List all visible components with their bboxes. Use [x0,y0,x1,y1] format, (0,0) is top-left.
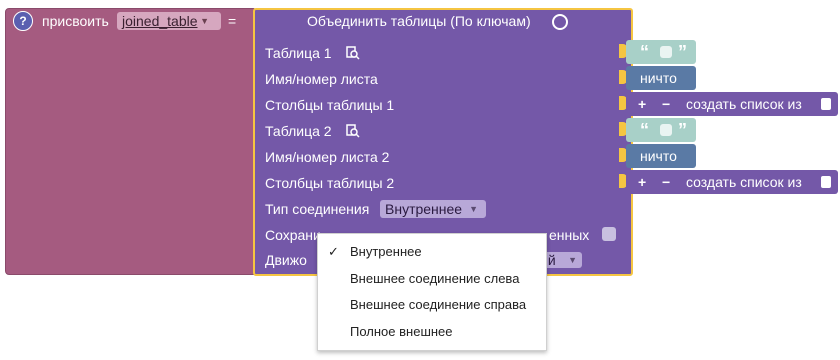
create-list-block-2[interactable]: + − создать список из [626,170,838,194]
equals-sign: = [228,13,237,29]
save-checkbox[interactable] [602,227,616,241]
plus-icon[interactable]: + [638,92,646,116]
row-label-cols2: Столбцы таблицы 2 [265,175,395,191]
chevron-down-icon: ▼ [200,16,209,26]
text-block-table2[interactable]: “ ” [626,118,696,142]
menu-item-label: Внутреннее [350,244,422,259]
variable-dropdown[interactable]: joined_table ▼ [117,12,221,30]
join-type-menu[interactable]: ✓ Внутреннее Внешнее соединение слева Вн… [317,233,547,351]
table-search-icon[interactable] [346,124,360,138]
row-label-save-partial: Сохрани [265,227,321,243]
minus-icon[interactable]: − [662,92,670,116]
help-icon[interactable]: ? [13,11,33,31]
variable-name: joined_table [122,13,198,29]
open-quote: “ [640,42,649,62]
menu-item-right-outer[interactable]: Внешнее соединение справа [318,292,546,318]
row-label-engine-partial: Движо [265,252,307,268]
list-socket [821,98,831,110]
create-list-label: создать список из [686,96,802,112]
create-list-block-1[interactable]: + − создать список из [626,92,838,116]
minus-icon[interactable]: − [662,170,670,194]
null-label: ничто [640,148,677,164]
row-label-save-partial-tail: енных [549,227,590,243]
text-field[interactable] [660,46,672,58]
list-socket [821,176,831,188]
plus-icon[interactable]: + [638,170,646,194]
join-type-value: Внутреннее [385,201,463,217]
assign-block[interactable] [5,8,257,275]
menu-item-label: Внешнее соединение справа [350,297,527,312]
row-label-sheet1: Имя/номер листа [265,71,378,87]
null-label: ничто [640,70,677,86]
create-list-label: создать список из [686,174,802,190]
row-label-table2: Таблица 2 [265,123,332,139]
close-quote: ” [678,42,687,62]
chart-icon[interactable] [552,14,568,30]
menu-item-label: Внешнее соединение слева [350,271,520,286]
chevron-down-icon: ▼ [568,255,577,265]
row-label-cols1: Столбцы таблицы 1 [265,97,395,113]
row-label-join-type: Тип соединения [265,201,370,217]
menu-item-inner[interactable]: ✓ Внутреннее [318,239,546,265]
table-search-icon[interactable] [346,46,360,60]
text-field[interactable] [660,124,672,136]
chevron-down-icon: ▼ [469,204,478,214]
row-label-table1: Таблица 1 [265,45,332,61]
text-block-table1[interactable]: “ ” [626,40,696,64]
join-block-title: Объединить таблицы (По ключам) [307,13,531,29]
null-block-sheet1[interactable]: ничто [626,66,696,90]
checkmark-icon: ✓ [328,244,339,259]
row-label-sheet2: Имя/номер листа 2 [265,149,390,165]
menu-item-label: Полное внешнее [350,324,453,339]
open-quote: “ [640,120,649,140]
assign-label: присвоить [42,13,109,29]
menu-item-left-outer[interactable]: Внешнее соединение слева [318,266,546,292]
join-type-dropdown[interactable]: Внутреннее ▼ [380,200,486,218]
null-block-sheet2[interactable]: ничто [626,144,696,168]
close-quote: ” [678,120,687,140]
menu-item-full-outer[interactable]: Полное внешнее [318,319,546,345]
